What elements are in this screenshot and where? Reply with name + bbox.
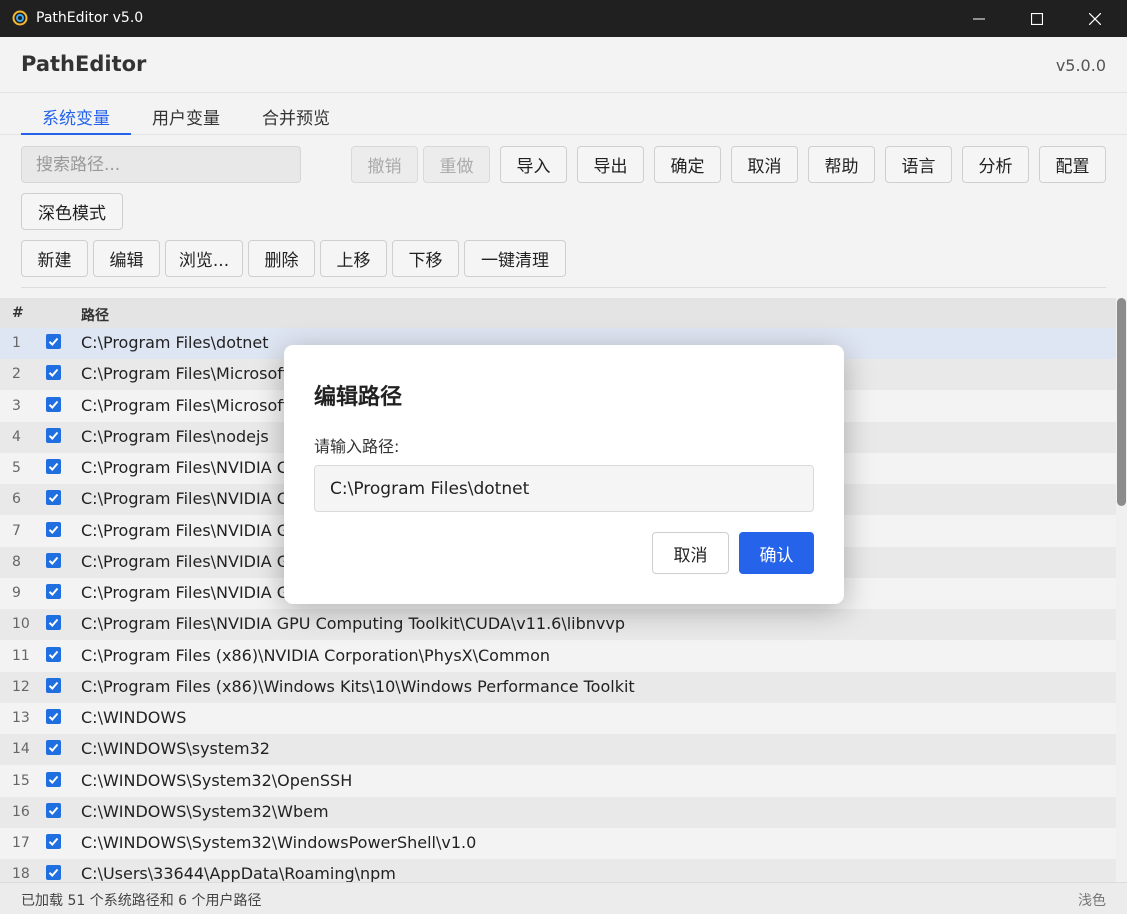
theme-indicator: 浅色 (1078, 893, 1106, 909)
clean-button[interactable]: 一键清理 (464, 240, 566, 277)
help-button[interactable]: 帮助 (808, 146, 875, 183)
app-icon (12, 10, 28, 26)
undo-button[interactable]: 撤销 (351, 146, 418, 183)
redo-button[interactable]: 重做 (423, 146, 490, 183)
delete-button[interactable]: 删除 (248, 240, 315, 277)
status-bar: 已加载 51 个系统路径和 6 个用户路径 浅色 (0, 882, 1127, 914)
tab-user-variables[interactable]: 用户变量 (131, 104, 241, 135)
maximize-button[interactable] (1008, 0, 1066, 37)
minimize-icon (973, 18, 985, 19)
export-button[interactable]: 导出 (577, 146, 644, 183)
dialog-cancel-button[interactable]: 取消 (652, 532, 729, 574)
edit-path-dialog: 编辑路径 请输入路径: 取消 确认 (284, 345, 844, 604)
minimize-button[interactable] (950, 0, 1008, 37)
import-button[interactable]: 导入 (500, 146, 567, 183)
tab-bar: 系统变量 用户变量 合并预览 (0, 94, 1127, 135)
path-input[interactable] (314, 465, 814, 512)
toolbar-divider (21, 287, 1106, 288)
cancel-button[interactable]: 取消 (731, 146, 798, 183)
new-button[interactable]: 新建 (21, 240, 88, 277)
move-down-button[interactable]: 下移 (392, 240, 459, 277)
config-button[interactable]: 配置 (1039, 146, 1106, 183)
tab-merge-preview[interactable]: 合并预览 (241, 104, 351, 135)
browse-button[interactable]: 浏览... (165, 240, 243, 277)
language-button[interactable]: 语言 (885, 146, 952, 183)
confirm-button[interactable]: 确定 (654, 146, 721, 183)
dark-mode-button[interactable]: 深色模式 (21, 193, 123, 230)
dialog-label: 请输入路径: (314, 437, 400, 456)
dialog-ok-button[interactable]: 确认 (739, 532, 814, 574)
search-input[interactable] (21, 146, 301, 183)
window-title: PathEditor v5.0 (36, 10, 144, 26)
window-titlebar: PathEditor v5.0 (0, 0, 1127, 37)
status-text: 已加载 51 个系统路径和 6 个用户路径 (21, 893, 262, 909)
analyze-button[interactable]: 分析 (962, 146, 1029, 183)
app-header: PathEditor v5.0.0 (0, 37, 1127, 93)
app-name: PathEditor (21, 52, 147, 76)
close-icon (1089, 12, 1101, 25)
tab-system-variables[interactable]: 系统变量 (21, 104, 131, 135)
move-up-button[interactable]: 上移 (320, 240, 387, 277)
dialog-title: 编辑路径 (314, 385, 403, 410)
edit-button[interactable]: 编辑 (93, 240, 160, 277)
version-label: v5.0.0 (1055, 56, 1106, 75)
maximize-icon (1031, 12, 1043, 25)
close-button[interactable] (1066, 0, 1124, 37)
